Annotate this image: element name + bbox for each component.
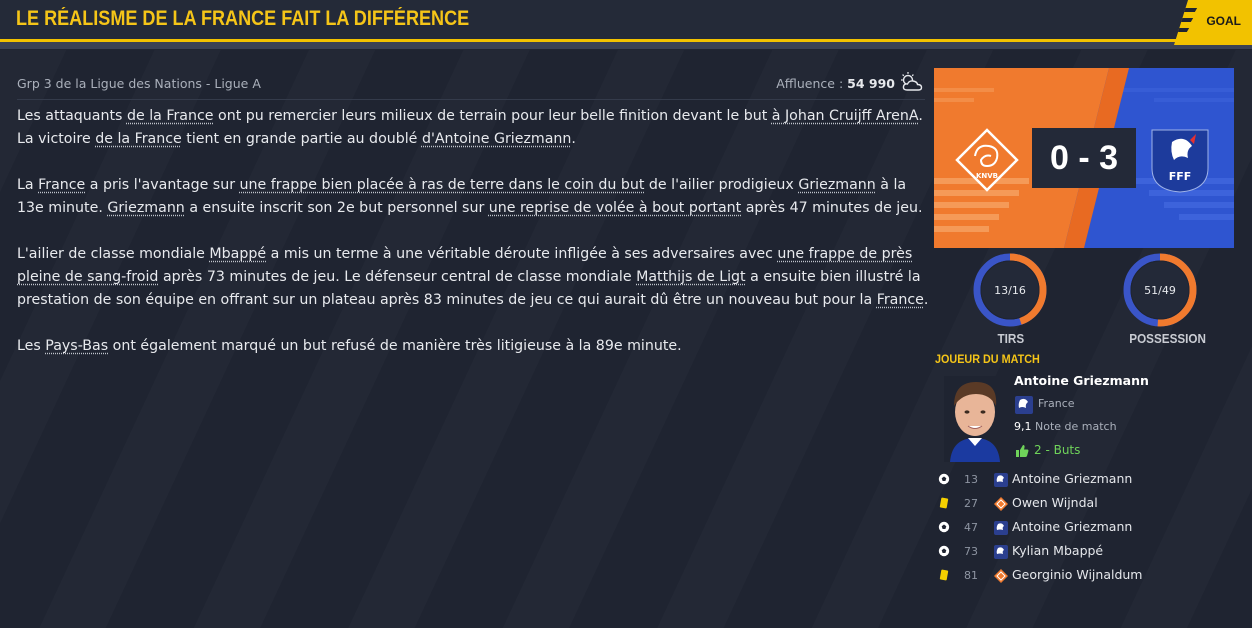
partly-cloudy-icon <box>901 72 923 91</box>
link-mbappe[interactable]: Mbappé <box>209 246 266 262</box>
event-row[interactable]: 47 Antoine Griezmann <box>936 516 1236 540</box>
shots-ring[interactable]: 13/16 <box>972 252 1048 328</box>
link-griezmann[interactable]: Griezmann <box>107 200 184 216</box>
link-netherlands[interactable]: Pays-Bas <box>45 338 108 354</box>
link-france[interactable]: de la France <box>127 108 214 124</box>
link-stadium[interactable]: à Johan Cruijff ArenA <box>772 108 919 124</box>
link-france[interactable]: France <box>38 177 85 193</box>
svg-text:FFF: FFF <box>1169 170 1192 183</box>
paragraph-3: L'ailier de classe mondiale Mbappé a mis… <box>17 246 929 308</box>
shots-label: TIRS <box>997 331 1025 346</box>
rating-label: Note de match <box>1035 420 1117 433</box>
event-player[interactable]: Antoine Griezmann <box>1012 471 1132 486</box>
france-flag-icon <box>994 473 1008 487</box>
paragraph-4: Les Pays-Bas ont également marqué un but… <box>17 338 682 354</box>
yellow-card-icon <box>939 497 949 509</box>
match-meta-row: Grp 3 de la Ligue des Nations - Ligue A … <box>17 72 925 100</box>
goal-tab-label[interactable]: GOAL <box>1206 14 1241 28</box>
event-row[interactable]: 73 Kylian Mbappé <box>936 540 1236 564</box>
attendance-value: 54 990 <box>847 76 895 91</box>
possession-value: 51/49 <box>1144 283 1176 297</box>
netherlands-flag-icon <box>994 497 1008 511</box>
event-minute: 27 <box>964 497 978 510</box>
event-minute: 73 <box>964 545 978 558</box>
rating-value: 9,1 <box>1014 420 1032 433</box>
event-player[interactable]: Kylian Mbappé <box>1012 543 1103 558</box>
event-minute: 81 <box>964 569 978 582</box>
header-bar: LE RÉALISME DE LA FRANCE FAIT LA DIFFÉRE… <box>0 0 1252 42</box>
page-title: LE RÉALISME DE LA FRANCE FAIT LA DIFFÉRE… <box>16 7 470 30</box>
potm-club[interactable]: France <box>1038 397 1075 410</box>
header-band <box>0 42 1252 49</box>
fff-badge: FFF <box>1151 129 1209 193</box>
event-row[interactable]: 13 Antoine Griezmann <box>936 468 1236 492</box>
link-de-ligt[interactable]: Matthijs de Ligt <box>636 269 746 285</box>
event-player[interactable]: Antoine Griezmann <box>1012 519 1132 534</box>
potm-goals: 2 - Buts <box>1034 443 1081 457</box>
paragraph-2: La France a pris l'avantage sur une frap… <box>17 177 923 216</box>
yellow-card-icon <box>939 569 949 581</box>
event-player[interactable]: Georginio Wijnaldum <box>1012 567 1143 582</box>
netherlands-flag-icon <box>994 569 1008 583</box>
paragraph-1: Les attaquants de la France ont pu remer… <box>17 108 923 147</box>
match-events: 13 Antoine Griezmann 27 Owen Wijndal 47 … <box>936 468 1236 588</box>
france-flag-icon <box>1015 396 1033 414</box>
link-france[interactable]: France <box>877 292 924 308</box>
possession-label: POSSESSION <box>1129 331 1206 346</box>
france-flag-icon <box>994 521 1008 535</box>
shots-value: 13/16 <box>994 283 1026 297</box>
link-goal-highlight[interactable]: une reprise de volée à bout portant <box>489 200 741 216</box>
link-france[interactable]: de la France <box>95 131 182 147</box>
ball-icon <box>938 521 950 533</box>
link-griezmann[interactable]: Griezmann <box>798 177 875 193</box>
link-goal-highlight[interactable]: une frappe bien placée à ras de terre da… <box>240 177 645 193</box>
possession-ring[interactable]: 51/49 <box>1122 252 1198 328</box>
link-griezmann[interactable]: d'Antoine Griezmann <box>422 131 571 147</box>
competition-label[interactable]: Grp 3 de la Ligue des Nations - Ligue A <box>17 76 261 91</box>
event-minute: 13 <box>964 473 978 486</box>
match-report: Les attaquants de la France ont pu remer… <box>17 105 929 381</box>
player-avatar[interactable] <box>944 376 1006 462</box>
attendance: Affluence : 54 990 <box>776 76 895 91</box>
france-flag-icon <box>994 545 1008 559</box>
ball-icon <box>938 473 950 485</box>
event-row[interactable]: 27 Owen Wijndal <box>936 492 1236 516</box>
ball-icon <box>938 545 950 557</box>
event-player[interactable]: Owen Wijndal <box>1012 495 1098 510</box>
potm-rating: 9,1 Note de match <box>1014 420 1117 433</box>
thumbs-up-icon <box>1016 445 1029 457</box>
potm-title: JOUEUR DU MATCH <box>935 352 1040 366</box>
potm-name[interactable]: Antoine Griezmann <box>1014 373 1149 388</box>
score-display: 0 - 3 <box>1032 128 1136 188</box>
event-row[interactable]: 81 Georginio Wijnaldum <box>936 564 1236 588</box>
svg-text:KNVB: KNVB <box>976 172 998 180</box>
attendance-label: Affluence : <box>776 76 844 91</box>
event-minute: 47 <box>964 521 978 534</box>
